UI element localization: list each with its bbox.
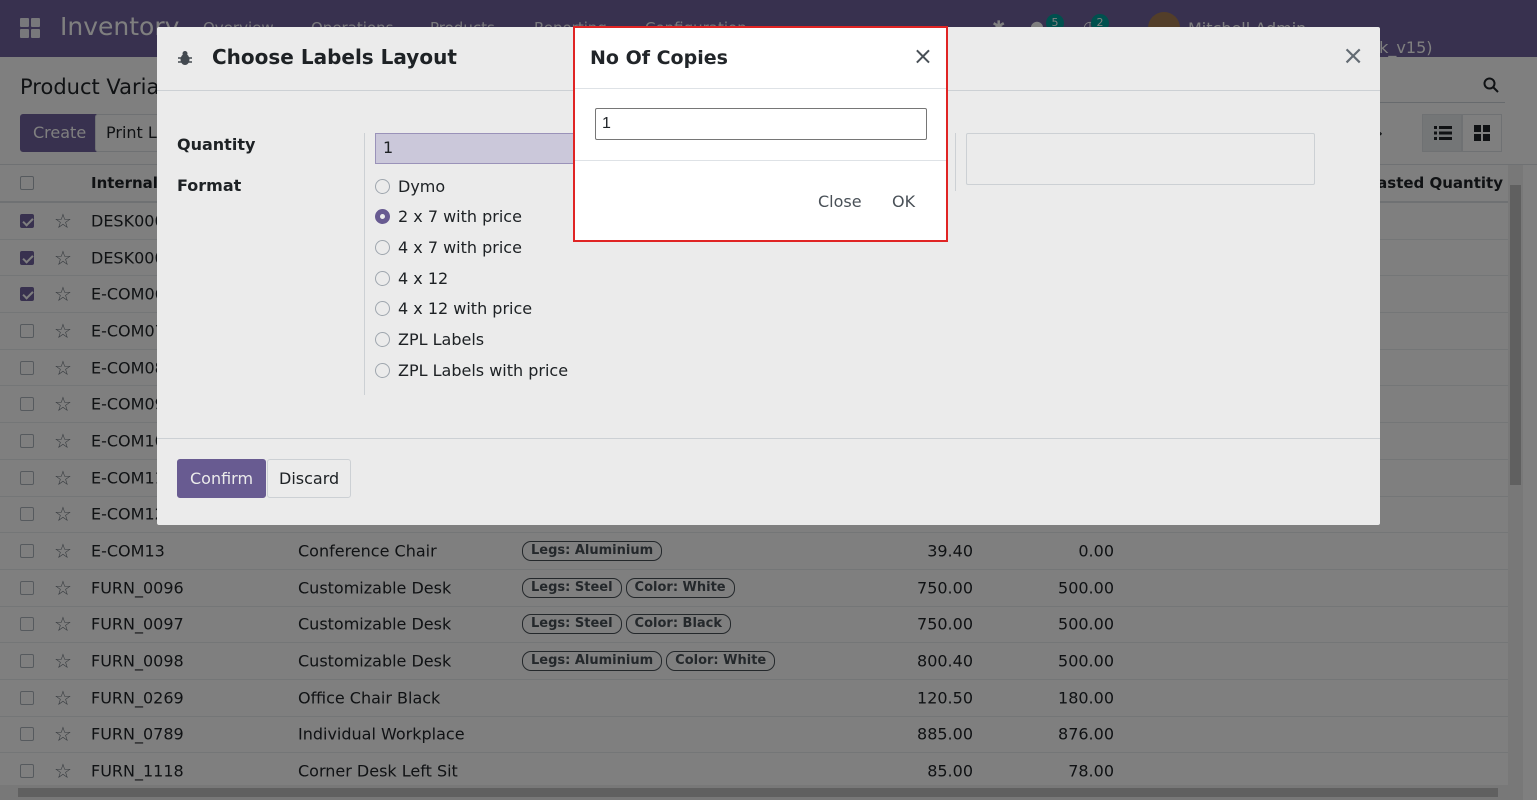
dialog-title: No Of Copies [590,47,728,69]
ok-button[interactable]: OK [892,192,915,211]
divider [575,160,946,161]
copies-input[interactable] [595,108,927,140]
close-icon[interactable]: × [913,42,933,70]
no-of-copies-dialog: No Of Copies × Close OK [573,26,948,242]
dialog-header: No Of Copies × [575,28,946,89]
close-button[interactable]: Close [818,192,862,211]
